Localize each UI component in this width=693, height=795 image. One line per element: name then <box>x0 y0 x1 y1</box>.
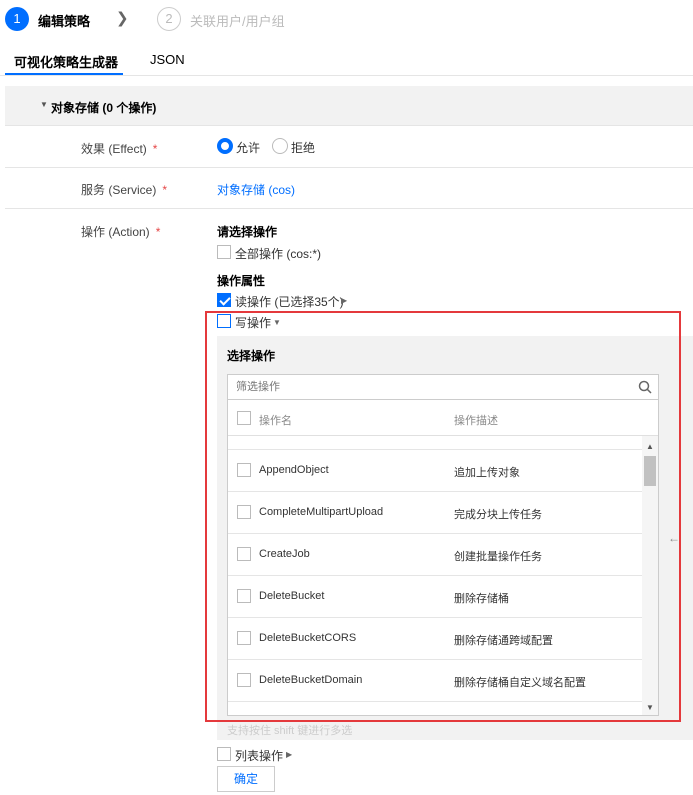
effect-row: 效果 (Effect) * 允许 拒绝 <box>5 126 693 168</box>
radio-allow[interactable] <box>217 138 233 154</box>
read-ops-label[interactable]: 读操作 (已选择35个) <box>235 293 344 310</box>
tab-visual-editor[interactable]: 可视化策略生成器 <box>14 52 118 71</box>
caret-right-icon[interactable]: ▶ <box>341 296 347 305</box>
read-ops-checkbox[interactable] <box>217 293 231 307</box>
service-row: 服务 (Service) * 对象存储 (cos) <box>5 168 693 209</box>
service-label: 服务 (Service) * <box>81 183 168 197</box>
radio-deny[interactable] <box>272 138 288 154</box>
required-mark: * <box>162 183 168 197</box>
action-label: 操作 (Action) * <box>81 225 161 239</box>
radio-deny-label[interactable]: 拒绝 <box>291 139 315 156</box>
chevron-right-icon: ❯ <box>116 10 129 27</box>
multi-select-hint: 支持按住 shift 键进行多选 <box>227 725 353 737</box>
highlight-annotation-box <box>205 311 681 722</box>
required-mark: * <box>155 225 161 239</box>
choose-ops-title: 请选择操作 <box>217 225 278 239</box>
all-ops-label[interactable]: 全部操作 (cos:*) <box>235 245 321 262</box>
step-number: 1 <box>5 7 29 31</box>
service-value-link[interactable]: 对象存储 (cos) <box>217 181 295 198</box>
step-label: 关联用户/用户组 <box>190 14 285 29</box>
tab-json[interactable]: JSON <box>150 52 185 67</box>
arrow-left-icon[interactable]: ← <box>668 531 680 545</box>
step-label: 编辑策略 <box>38 14 91 29</box>
all-ops-checkbox[interactable] <box>217 245 231 259</box>
caret-right-icon[interactable]: ▶ <box>286 750 292 759</box>
list-ops-label[interactable]: 列表操作 <box>235 747 283 764</box>
editor-tabs: 可视化策略生成器 JSON <box>0 44 693 76</box>
op-attr-title: 操作属性 <box>217 274 266 288</box>
required-mark: * <box>152 142 158 156</box>
service-section-header[interactable]: ▼ 对象存储 (0 个操作) <box>5 86 693 126</box>
radio-allow-label[interactable]: 允许 <box>236 139 260 156</box>
active-tab-indicator <box>5 73 123 75</box>
confirm-button[interactable]: 确定 <box>217 766 275 792</box>
steps-bar: 1 编辑策略 ❯ 2 关联用户/用户组 <box>0 0 693 40</box>
step-number: 2 <box>157 7 181 31</box>
section-title: 对象存储 (0 个操作) <box>51 101 157 115</box>
list-ops-checkbox[interactable] <box>217 747 231 761</box>
effect-label: 效果 (Effect) * <box>81 142 158 156</box>
caret-down-icon: ▼ <box>40 100 48 109</box>
